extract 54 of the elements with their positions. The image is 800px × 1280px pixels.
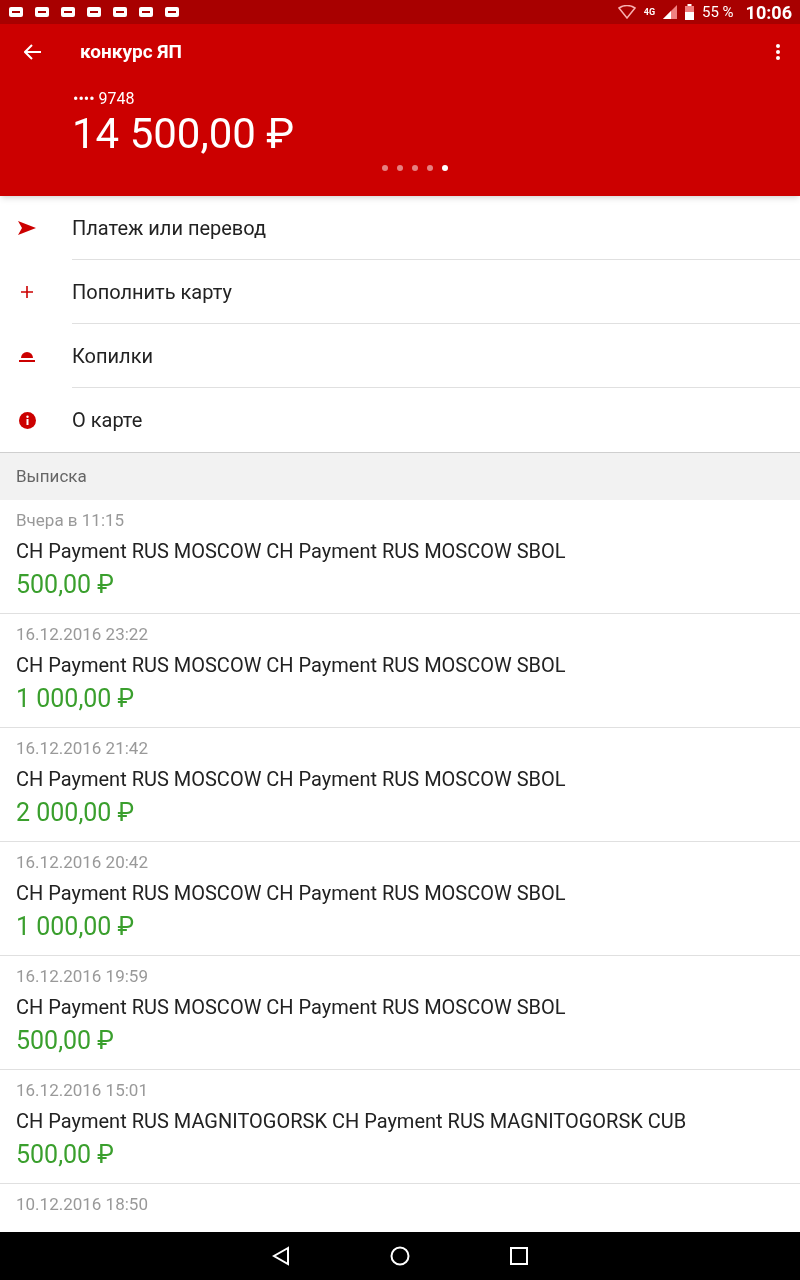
transaction-date: 16.12.2016 19:59	[16, 966, 148, 986]
transaction-amount: 500,00 ₽	[16, 570, 114, 600]
card-balance: 14 500,00 ₽	[72, 109, 295, 159]
recents-icon[interactable]	[510, 1247, 528, 1265]
notification-icon	[164, 5, 180, 19]
menu-item[interactable]: Копилки	[0, 324, 800, 388]
more-icon[interactable]	[776, 44, 780, 60]
menu-item[interactable]: О карте	[0, 388, 800, 452]
menu-item[interactable]: Пополнить карту	[0, 260, 800, 324]
battery-icon	[685, 4, 695, 20]
battery-level: 55 %	[702, 1, 734, 23]
screen-title: конкурс ЯП	[80, 38, 182, 65]
transaction-date: 16.12.2016 21:42	[16, 738, 148, 758]
card-number: •••• 9748	[73, 89, 135, 109]
menu-item[interactable]: Платеж или перевод	[0, 196, 800, 260]
transaction-date: 10.12.2016 18:50	[16, 1194, 148, 1214]
signal-icon	[663, 5, 678, 19]
transaction-row[interactable]: 16.12.2016 19:59 CH Payment RUS MOSCOW CH Payment RUS MOSCOW SBOL 500,00 ₽	[0, 956, 800, 1070]
transaction-row[interactable]: 16.12.2016 20:42 CH Payment RUS MOSCOW CH Payment RUS MOSCOW SBOL 1 000,00 ₽	[0, 842, 800, 956]
transaction-description: CH Payment RUS MOSCOW CH Payment RUS MOSCOW SBOL	[16, 881, 566, 905]
transaction-description: CH Payment RUS MOSCOW CH Payment RUS MOSCOW SBOL	[16, 767, 566, 791]
notification-icon	[138, 5, 154, 19]
notification-icon	[60, 5, 76, 19]
transaction-description: CH Payment RUS MOSCOW CH Payment RUS MOSCOW SBOL	[16, 539, 566, 563]
transaction-row[interactable]: 16.12.2016 21:42 CH Payment RUS MOSCOW CH Payment RUS MOSCOW SBOL 2 000,00 ₽	[0, 728, 800, 842]
transaction-amount: 500,00 ₽	[16, 1140, 114, 1170]
notification-icon	[34, 5, 50, 19]
transaction-date: Вчера в 11:15	[16, 510, 125, 530]
transaction-description: CH Payment RUS MOSCOW CH Payment RUS MOSCOW SBOL	[16, 995, 566, 1019]
home-icon[interactable]	[390, 1246, 410, 1266]
transaction-amount: 500,00 ₽	[16, 1026, 114, 1056]
transaction-description: CH Payment RUS MOSCOW CH Payment RUS MOSCOW SBOL	[16, 653, 566, 677]
info-icon	[18, 411, 36, 429]
notification-icon	[86, 5, 102, 19]
back-icon[interactable]	[272, 1246, 290, 1266]
transaction-date: 16.12.2016 23:22	[16, 624, 148, 644]
notification-icon	[8, 5, 24, 19]
wifi-icon	[617, 5, 636, 19]
transaction-amount: 1 000,00 ₽	[16, 684, 135, 714]
transaction-row[interactable]: 16.12.2016 15:01 CH Payment RUS MAGNITOGORSK CH Payment RUS MAGNITOGORSK CUB 500,00 ₽	[0, 1070, 800, 1184]
dome-icon	[19, 350, 35, 362]
transaction-date: 16.12.2016 20:42	[16, 852, 148, 872]
transaction-description: CH Payment RUS MAGNITOGORSK CH Payment RUS MAGNITOGORSK CUB	[16, 1109, 687, 1133]
transaction-amount: 1 000,00 ₽	[16, 912, 135, 942]
transaction-date: 16.12.2016 15:01	[16, 1080, 148, 1100]
plus-icon	[21, 286, 33, 298]
section-title: Выписка	[16, 464, 87, 488]
transaction-amount: 2 000,00 ₽	[16, 798, 135, 828]
clock: 10:06	[745, 0, 792, 25]
notification-icon	[112, 5, 128, 19]
send-icon	[18, 221, 36, 235]
transaction-row[interactable]: 16.12.2016 23:22 CH Payment RUS MOSCOW CH Payment RUS MOSCOW SBOL 1 000,00 ₽	[0, 614, 800, 728]
network-type: 4G	[643, 7, 656, 17]
transaction-row[interactable]: Вчера в 11:15 CH Payment RUS MOSCOW CH Payment RUS MOSCOW SBOL 500,00 ₽	[0, 500, 800, 614]
